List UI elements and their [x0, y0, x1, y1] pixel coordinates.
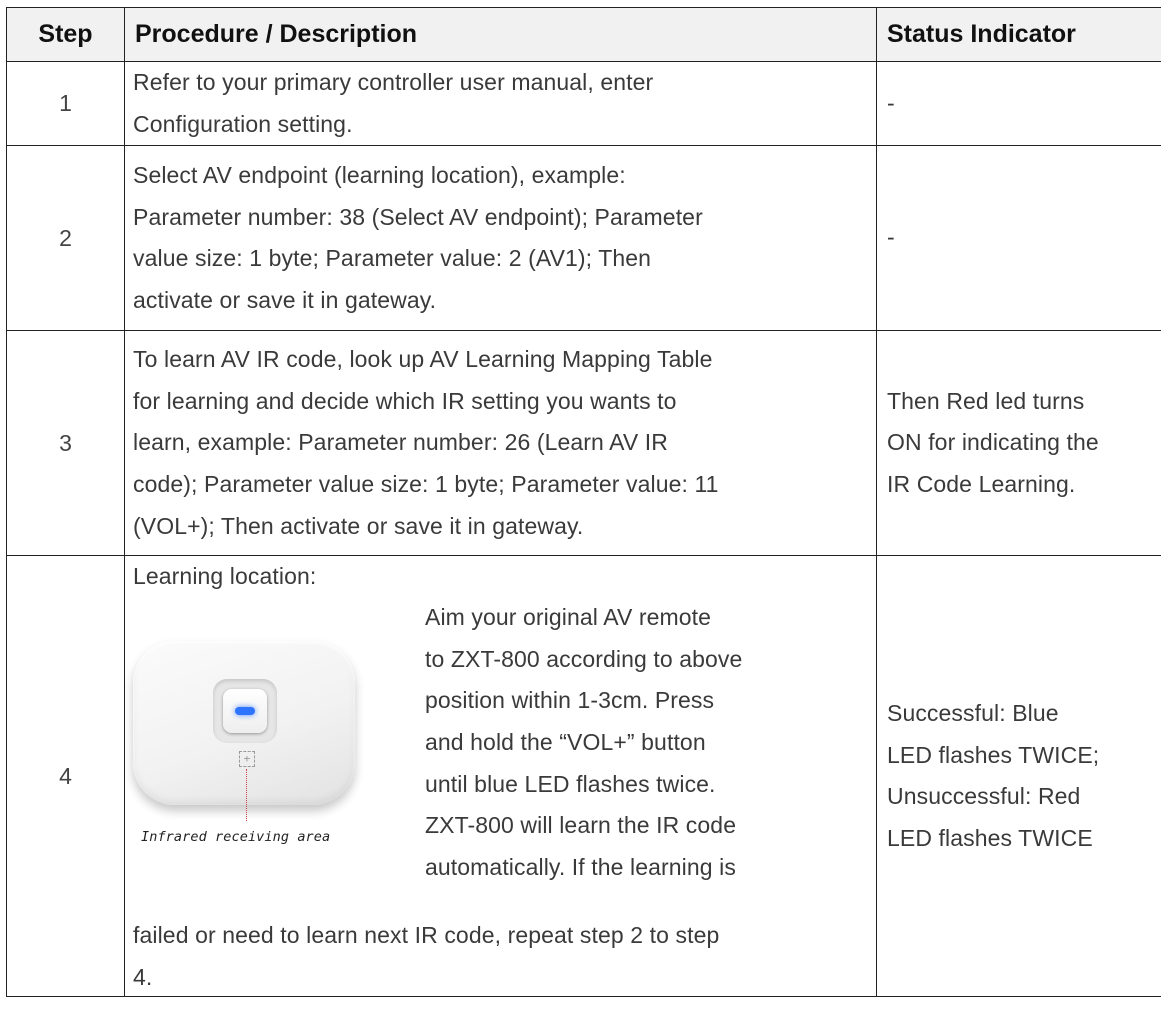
- description-line: and hold the “VOL+” button: [425, 728, 706, 755]
- description-line: to ZXT-800 according to above: [425, 645, 743, 672]
- header-row: Step Procedure / Description Status Indi…: [6, 7, 1161, 62]
- status-line: Then Red led turns: [887, 387, 1085, 414]
- step-number: 1: [6, 60, 125, 147]
- description-line: To learn AV IR code, look up AV Learning…: [133, 346, 713, 373]
- procedure-description: Refer to your primary controller user ma…: [124, 60, 877, 147]
- blue-led-icon: [235, 707, 255, 716]
- description-line: Refer to your primary controller user ma…: [133, 69, 654, 95]
- zxt-800-device: +: [133, 641, 355, 822]
- description-line: automatically. If the learning is: [425, 853, 736, 880]
- status-indicator: Then Red led turns ON for indicating the…: [876, 330, 1161, 557]
- status-line: IR Code Learning.: [887, 470, 1076, 497]
- status-indicator: -: [876, 145, 1161, 332]
- status-indicator: Successful: Blue LED flashes TWICE; Unsu…: [876, 555, 1161, 998]
- step-number: 2: [6, 145, 125, 332]
- description-line: until blue LED flashes twice.: [425, 770, 716, 797]
- device-figure: + Infrared receiving area: [129, 633, 369, 845]
- device-button: [223, 689, 267, 734]
- description-line: ZXT-800 will learn the IR code: [425, 812, 737, 839]
- description-line: Configuration setting.: [133, 110, 353, 137]
- status-line: LED flashes TWICE: [887, 824, 1093, 851]
- instructions-continued: failed or need to learn next IR code, re…: [133, 915, 719, 998]
- description-line: Parameter number: 38 (Select AV endpoint…: [133, 203, 703, 230]
- description-line: Aim your original AV remote: [425, 604, 712, 631]
- description-line: for learning and decide which IR setting…: [133, 387, 677, 414]
- description-line: failed or need to learn next IR code, re…: [133, 922, 720, 949]
- instructions-text: Aim your original AV remote to ZXT-800 a…: [425, 597, 885, 888]
- table-row: 1 Refer to your primary controller user …: [6, 60, 1161, 147]
- ir-receiver-icon: +: [239, 751, 255, 768]
- description-line: 4.: [133, 963, 153, 990]
- header-status: Status Indicator: [876, 7, 1161, 62]
- procedure-table: Step Procedure / Description Status Indi…: [6, 7, 1161, 998]
- status-line: Unsuccessful: Red: [887, 783, 1081, 810]
- status-line: Successful: Blue: [887, 700, 1059, 726]
- description-line: Select AV endpoint (learning location), …: [133, 162, 626, 188]
- header-step: Step: [6, 7, 125, 62]
- step-number: 3: [6, 330, 125, 557]
- description-line: position within 1-3cm. Press: [425, 687, 715, 714]
- procedure-description: Select AV endpoint (learning location), …: [124, 145, 877, 332]
- description-line: (VOL+); Then activate or save it in gate…: [133, 512, 584, 539]
- procedure-description: To learn AV IR code, look up AV Learning…: [124, 330, 877, 557]
- status-line: ON for indicating the: [887, 429, 1099, 456]
- button-well: [213, 679, 277, 744]
- description-line: activate or save it in gateway.: [133, 286, 437, 313]
- status-line: LED flashes TWICE;: [887, 741, 1100, 768]
- procedure-description: Learning location: + Infrared receiving …: [124, 555, 877, 998]
- description-line: code); Parameter value size: 1 byte; Par…: [133, 470, 719, 497]
- learning-location-heading: Learning location:: [133, 563, 317, 590]
- step-number: 4: [6, 555, 125, 998]
- infrared-area-label: Infrared receiving area: [141, 829, 331, 846]
- header-procedure: Procedure / Description: [124, 7, 877, 62]
- label-pointer-line: [246, 769, 247, 822]
- status-indicator: -: [876, 60, 1161, 147]
- description-line: value size: 1 byte; Parameter value: 2 (…: [133, 245, 652, 272]
- description-line: learn, example: Parameter number: 26 (Le…: [133, 429, 669, 456]
- table-row: 3 To learn AV IR code, look up AV Learni…: [6, 330, 1161, 557]
- table-row: 4 Learning location: + Infrared receivin…: [6, 555, 1161, 998]
- table-row: 2 Select AV endpoint (learning location)…: [6, 145, 1161, 332]
